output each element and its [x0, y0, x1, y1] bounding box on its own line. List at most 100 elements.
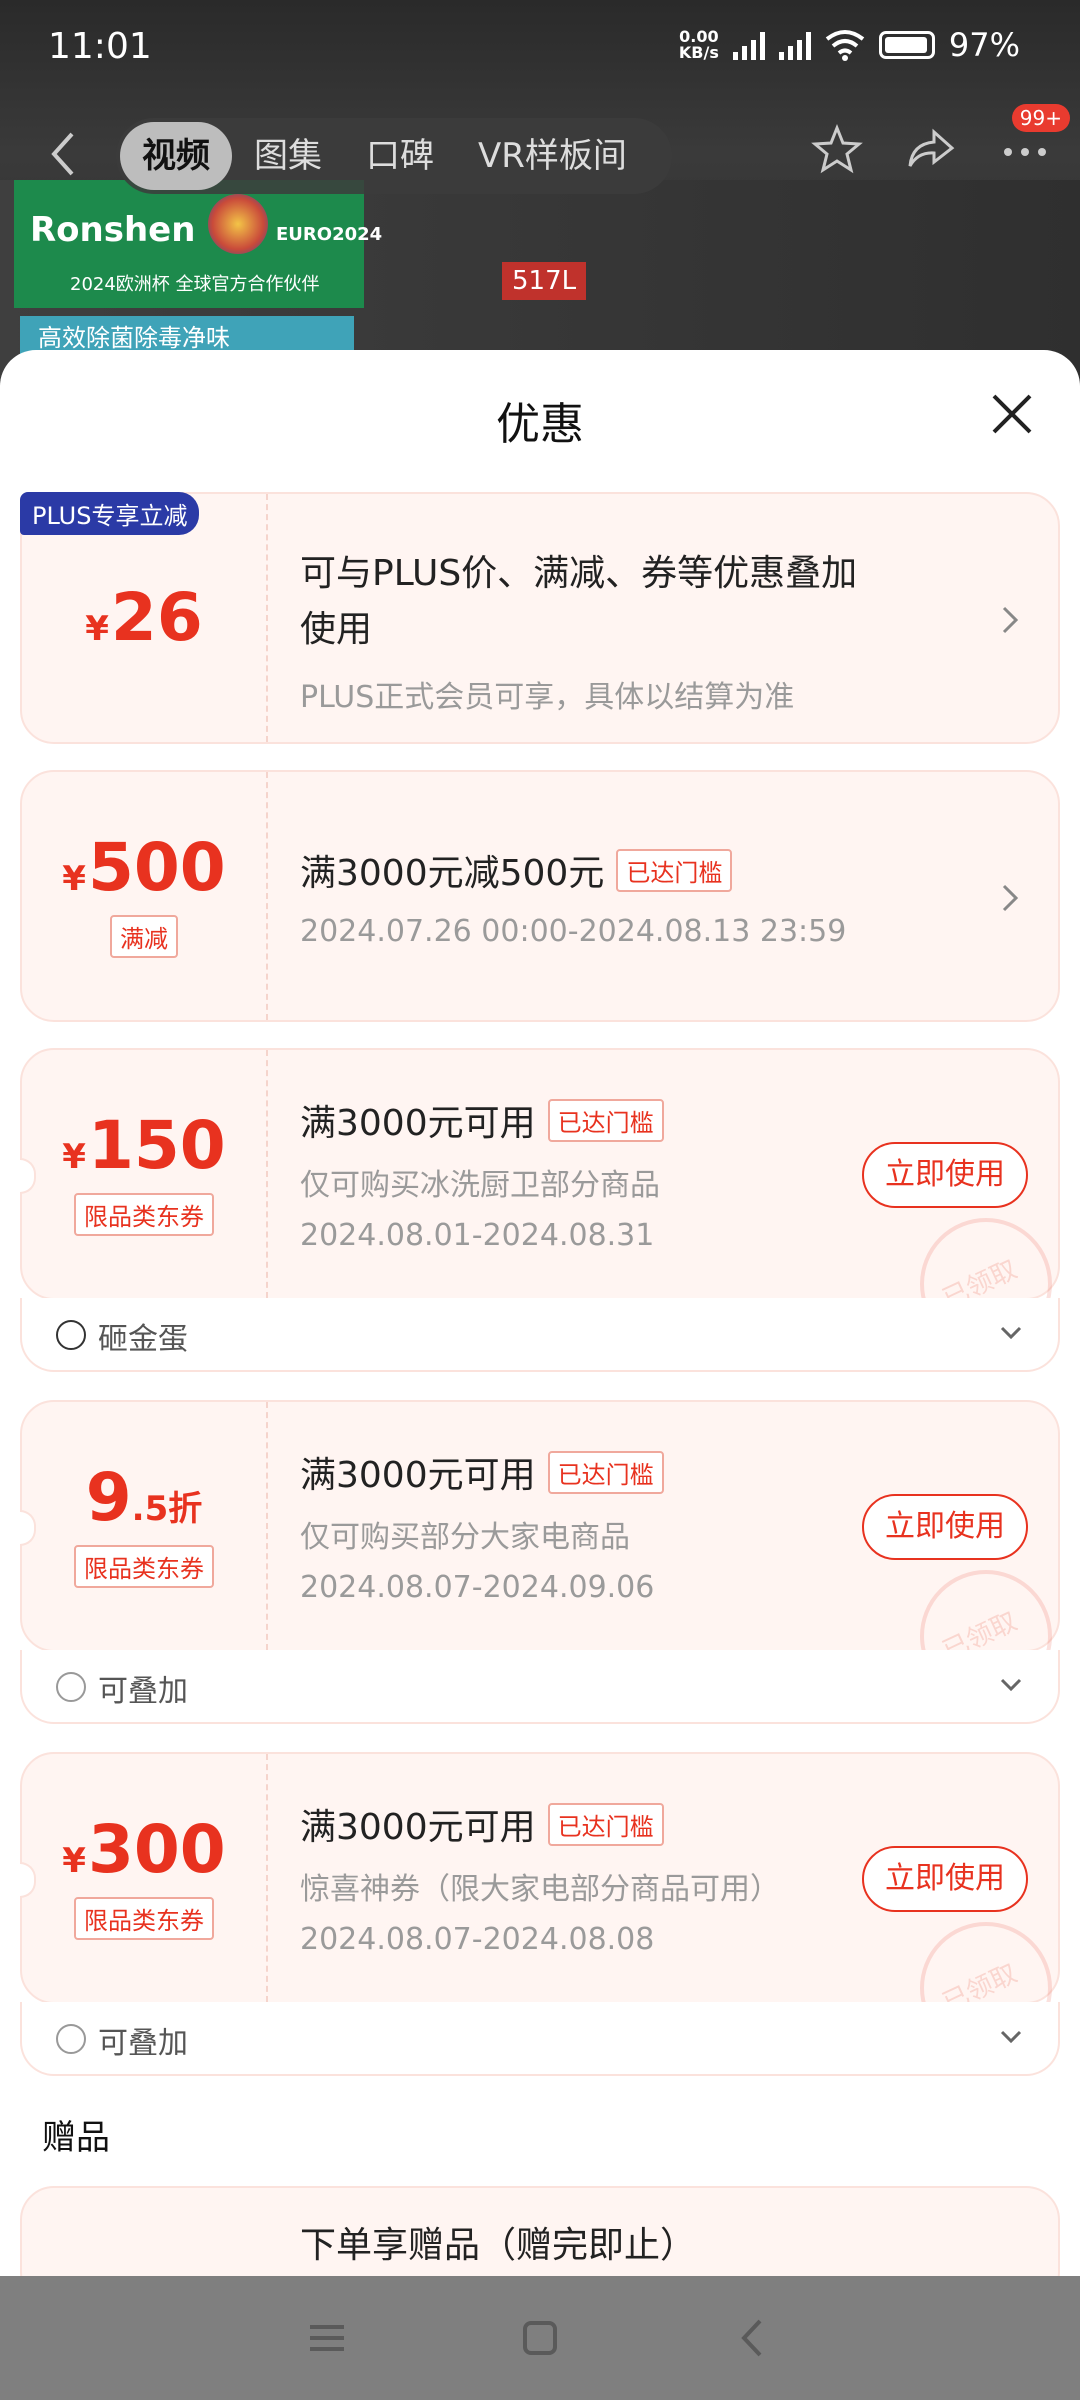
close-button[interactable]: [988, 390, 1036, 438]
plus-tag: PLUS专享立减: [20, 492, 200, 535]
coupon-amount-area: ¥ 300 限品类东券: [22, 1754, 266, 2002]
threshold-badge: 已达门槛: [547, 1802, 664, 1846]
coupon-150: ¥ 150 限品类东券 满3000元可用 已达门槛 仅可购买冰洗厨卫部分商品 2…: [20, 1048, 1060, 1350]
divider: [266, 1754, 268, 2002]
signal-icon-2: [778, 30, 811, 60]
stack-icon: [56, 2024, 86, 2054]
coupon-amount: ¥ 26: [85, 585, 203, 651]
coupon-type-tag: 满减: [110, 914, 178, 958]
coupon-title-line1: 可与PLUS价、满减、券等优惠叠加: [300, 553, 858, 594]
coupon-title: 满3000元减500元 已达门槛: [300, 844, 846, 896]
use-now-button[interactable]: 立即使用: [862, 1142, 1028, 1208]
divider: [266, 772, 268, 1020]
coupon-date: 2024.08.01-2024.08.31: [300, 1218, 655, 1253]
media-tabs: 视频 图集 口碑 VR样板间: [116, 118, 672, 194]
coupon-amount: ¥ 500: [62, 828, 226, 906]
tab-video[interactable]: 视频: [120, 122, 232, 190]
coupon-date: 2024.07.26 00:00-2024.08.13 23:59: [300, 914, 847, 949]
coupon-title-text: 满3000元可用: [300, 1455, 536, 1496]
coupon-desc: 仅可购买部分大家电商品: [300, 1520, 630, 1555]
back-button[interactable]: [44, 128, 84, 180]
coupon-title-text: 满3000元可用: [300, 1103, 536, 1144]
chevron-left-icon: [51, 132, 74, 176]
share-icon[interactable]: [904, 122, 958, 176]
coupon-amount: 9 .5折: [85, 1458, 203, 1536]
coupon-title-line2: 使用: [300, 609, 373, 650]
chevron-down-icon: [996, 1670, 1026, 1700]
tab-gallery[interactable]: 图集: [232, 122, 344, 190]
coupon-title-text: 满3000元可用: [300, 1807, 536, 1848]
close-icon: [992, 394, 1032, 434]
amount-value: 9: [85, 1458, 132, 1536]
sheet-title: 优惠: [496, 399, 584, 450]
gift-title: 下单享赠品（赠完即止）: [300, 2225, 697, 2266]
coupon-amount-area: ¥ 150 限品类东券: [22, 1050, 266, 1298]
yen-symbol: ¥: [62, 1136, 86, 1177]
coupon-footer[interactable]: 可叠加: [20, 1650, 1060, 1724]
chevron-down-icon: [996, 2022, 1026, 2052]
chevron-down-icon: [996, 1318, 1026, 1348]
amount-value: 500: [87, 828, 226, 906]
coupon-footer[interactable]: 可叠加: [20, 2002, 1060, 2076]
coupon-desc: 仅可购买冰洗厨卫部分商品: [300, 1168, 660, 1203]
golden-egg-icon: [56, 1320, 86, 1350]
use-now-button[interactable]: 立即使用: [862, 1846, 1028, 1912]
coupon-amount-area: 9 .5折 限品类东券: [22, 1402, 266, 1650]
divider: [266, 494, 268, 742]
threshold-badge: 已达门槛: [547, 1450, 664, 1494]
footer-label: 砸金蛋: [98, 1322, 188, 1357]
amount-value: 150: [87, 1106, 226, 1184]
coupon-info: 满3000元可用 已达门槛 仅可购买部分大家电商品 2024.08.07-202…: [300, 1446, 664, 1605]
coupon-desc: 惊喜神券（限大家电部分商品可用）: [300, 1872, 780, 1907]
menu-icon[interactable]: [304, 2315, 350, 2361]
coupon-discount: 9 .5折 限品类东券 满3000元可用 已达门槛 仅可购买部分大家电商品 20…: [20, 1400, 1060, 1702]
back-nav-icon[interactable]: [730, 2315, 776, 2361]
stack-icon: [56, 1672, 86, 1702]
divider: [266, 1402, 268, 1650]
coupon-info: 满3000元可用 已达门槛 惊喜神券（限大家电部分商品可用） 2024.08.0…: [300, 1798, 780, 1957]
battery-level: 97%: [948, 26, 1020, 64]
nav-actions: [810, 122, 1052, 176]
coupon-type-tag: 限品类东券: [74, 1896, 214, 1940]
coupon-date: 2024.08.07-2024.09.06: [300, 1570, 655, 1605]
threshold-badge: 已达门槛: [616, 848, 733, 892]
status-time: 11:01: [48, 26, 152, 67]
yen-symbol: ¥: [62, 1840, 86, 1881]
footer-label: 可叠加: [98, 2026, 188, 2061]
coupon-title: 满3000元可用 已达门槛: [300, 1798, 780, 1850]
threshold-badge: 已达门槛: [547, 1098, 664, 1142]
star-icon[interactable]: [810, 122, 864, 176]
coupon-300: ¥ 300 限品类东券 满3000元可用 已达门槛 惊喜神券（限大家电部分商品可…: [20, 1752, 1060, 2054]
coupon-type-tag: 限品类东券: [74, 1192, 214, 1236]
coupon-footer[interactable]: 砸金蛋: [20, 1298, 1060, 1372]
coupon-title-text: 满3000元减500元: [300, 853, 605, 894]
status-bar: 11:01 0.00 KB/s 97%: [0, 0, 1080, 100]
divider: [266, 1050, 268, 1298]
coupon-desc: PLUS正式会员可享，具体以结算为准: [300, 680, 795, 715]
coupon-fullcut[interactable]: ¥ 500 满减 满3000元减500元 已达门槛 2024.07.26 00:…: [20, 770, 1060, 1022]
coupon-info: 满3000元可用 已达门槛 仅可购买冰洗厨卫部分商品 2024.08.01-20…: [300, 1094, 664, 1253]
amount-value: 26: [110, 579, 203, 656]
tab-vr[interactable]: VR样板间: [456, 122, 649, 190]
chevron-right-icon: [996, 600, 1024, 640]
euro-logo-icon: [208, 194, 268, 254]
use-now-button[interactable]: 立即使用: [862, 1494, 1028, 1560]
net-speed: 0.00 KB/s: [679, 29, 719, 61]
system-nav-bar: [0, 2276, 1080, 2400]
coupon-amount: ¥ 300: [62, 1810, 226, 1888]
coupon-info: 可与PLUS价、满减、券等优惠叠加 使用 PLUS正式会员可享，具体以结算为准: [300, 544, 857, 716]
coupon-amount-area: ¥ 500 满减: [22, 772, 266, 1020]
battery-icon: [878, 31, 935, 59]
top-navbar: 视频 图集 口碑 VR样板间 99+: [0, 104, 1080, 200]
yen-symbol: ¥: [85, 609, 109, 649]
footer-label: 可叠加: [98, 1674, 188, 1709]
home-icon[interactable]: [517, 2315, 563, 2361]
net-speed-unit: KB/s: [678, 43, 719, 62]
tab-reviews[interactable]: 口碑: [344, 122, 456, 190]
partner-text: 2024欧洲杯 全球官方合作伙伴: [70, 274, 320, 295]
gift-section-title: 赠品: [42, 2118, 110, 2158]
capacity-tag: 517L: [502, 262, 587, 300]
wifi-icon: [825, 30, 865, 61]
amount-value: 300: [87, 1810, 226, 1888]
discount-unit: .5折: [131, 1488, 203, 1529]
